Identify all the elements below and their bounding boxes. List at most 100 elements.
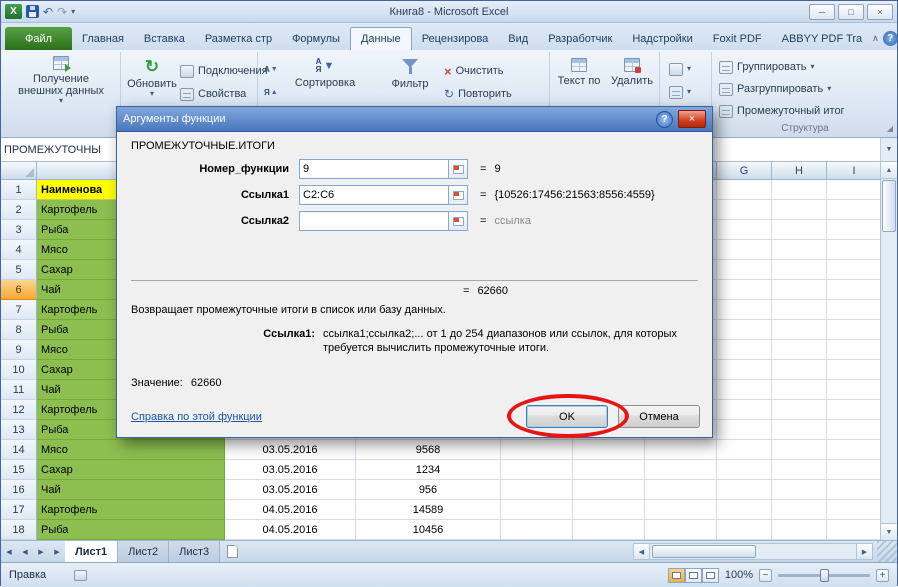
name-box[interactable]: ПРОМЕЖУТОЧНЫ ▾: [1, 138, 133, 161]
cell-value[interactable]: 1234: [356, 460, 501, 480]
reapply-button[interactable]: ↻ Повторить: [444, 85, 512, 103]
cell-empty[interactable]: [772, 300, 827, 320]
cell-empty[interactable]: [827, 520, 882, 540]
cell-empty[interactable]: [645, 480, 717, 500]
cell-empty[interactable]: [772, 280, 827, 300]
help-link[interactable]: Справка по этой функции: [131, 411, 516, 423]
row-header[interactable]: 15: [1, 460, 37, 480]
cell-date[interactable]: 03.05.2016: [225, 460, 356, 480]
row-header[interactable]: 10: [1, 360, 37, 380]
qat-customize-icon[interactable]: ▾: [71, 7, 75, 16]
sheet-tab[interactable]: Лист1: [65, 540, 118, 562]
cell-empty[interactable]: [827, 380, 882, 400]
ribbon-tab[interactable]: Разметка стр: [195, 27, 282, 50]
scroll-up-icon[interactable]: ▲: [881, 162, 897, 179]
column-header[interactable]: G: [717, 162, 772, 180]
row-header[interactable]: 5: [1, 260, 37, 280]
dialog-title-bar[interactable]: Аргументы функции ? ×: [117, 107, 712, 132]
row-header[interactable]: 8: [1, 320, 37, 340]
cell-empty[interactable]: [827, 260, 882, 280]
text-to-columns-button[interactable]: Текст по: [554, 58, 604, 87]
ribbon-tab[interactable]: Рецензирова: [412, 27, 499, 50]
horizontal-scroll-track[interactable]: [650, 543, 856, 560]
ribbon-tab[interactable]: Foxit PDF: [703, 27, 772, 50]
zoom-level[interactable]: 100%: [725, 569, 753, 581]
cell-value[interactable]: 9568: [356, 440, 501, 460]
vertical-scrollbar[interactable]: ▲ ▼: [880, 162, 897, 540]
ribbon-tab[interactable]: Надстройки: [622, 27, 702, 50]
zoom-out-icon[interactable]: −: [759, 569, 772, 582]
ribbon-tab[interactable]: Разработчик: [538, 27, 622, 50]
cell-name[interactable]: Мясо: [37, 440, 225, 460]
cell-empty[interactable]: [772, 380, 827, 400]
maximize-button[interactable]: □: [838, 4, 864, 20]
cell-empty[interactable]: [827, 480, 882, 500]
cell-empty[interactable]: [501, 460, 573, 480]
properties-button[interactable]: Свойства: [180, 85, 246, 103]
ribbon-tab[interactable]: ABBYY PDF Tra: [772, 27, 873, 50]
subtotal-button[interactable]: Промежуточный итог: [719, 102, 845, 120]
cell-empty[interactable]: [717, 500, 772, 520]
close-button[interactable]: ×: [867, 4, 893, 20]
cell-empty[interactable]: [645, 520, 717, 540]
cell-date[interactable]: 03.05.2016: [225, 480, 356, 500]
row-header[interactable]: 1: [1, 180, 37, 200]
cell-empty[interactable]: [772, 220, 827, 240]
cell-empty[interactable]: [827, 240, 882, 260]
cell-value[interactable]: 14589: [356, 500, 501, 520]
save-icon[interactable]: [26, 5, 39, 18]
ribbon-tab[interactable]: Вставка: [134, 27, 195, 50]
collapse-ribbon-icon[interactable]: ∧: [872, 33, 879, 44]
row-header[interactable]: 18: [1, 520, 37, 540]
cell-empty[interactable]: [717, 440, 772, 460]
ribbon-tab[interactable]: Данные: [350, 27, 412, 50]
cell-value[interactable]: 10456: [356, 520, 501, 540]
cell-empty[interactable]: [717, 200, 772, 220]
cell-name[interactable]: Сахар: [37, 460, 225, 480]
insert-worksheet-button[interactable]: [220, 541, 244, 562]
data-validation-button[interactable]: ▾: [669, 60, 691, 78]
zoom-in-icon[interactable]: +: [876, 569, 889, 582]
row-header[interactable]: 17: [1, 500, 37, 520]
row-header[interactable]: 7: [1, 300, 37, 320]
vertical-scroll-thumb[interactable]: [882, 180, 896, 232]
cell-value[interactable]: 956: [356, 480, 501, 500]
cell-empty[interactable]: [772, 340, 827, 360]
cell-empty[interactable]: [573, 480, 645, 500]
group-button[interactable]: Группировать ▾: [719, 58, 815, 76]
ungroup-button[interactable]: Разгруппировать ▾: [719, 80, 831, 98]
first-sheet-button[interactable]: ◀: [1, 541, 17, 562]
sort-desc-button[interactable]: Я▲: [264, 83, 278, 101]
row-header[interactable]: 16: [1, 480, 37, 500]
cell-empty[interactable]: [772, 500, 827, 520]
ok-button[interactable]: OK: [526, 405, 608, 428]
sheet-tab[interactable]: Лист2: [118, 541, 169, 562]
cell-empty[interactable]: [501, 500, 573, 520]
row-header[interactable]: 13: [1, 420, 37, 440]
cell-empty[interactable]: [827, 280, 882, 300]
cell-empty[interactable]: [772, 480, 827, 500]
remove-duplicates-button[interactable]: Удалить: [608, 58, 656, 87]
cell-empty[interactable]: [501, 480, 573, 500]
cell-empty[interactable]: [717, 360, 772, 380]
row-header[interactable]: 2: [1, 200, 37, 220]
consolidate-button[interactable]: ▾: [669, 83, 691, 101]
column-header[interactable]: I: [827, 162, 882, 180]
cell-empty[interactable]: [717, 480, 772, 500]
cell-empty[interactable]: [645, 460, 717, 480]
cell-empty[interactable]: [827, 340, 882, 360]
normal-view-icon[interactable]: [668, 568, 685, 583]
refresh-all-button[interactable]: ↻ Обновить ▾: [126, 58, 178, 98]
sort-button[interactable]: АЯ ▼ Сортировка: [290, 58, 360, 89]
range-select-button[interactable]: [449, 211, 468, 231]
sheet-tab[interactable]: Лист3: [169, 541, 220, 562]
row-header[interactable]: 11: [1, 380, 37, 400]
cell-empty[interactable]: [645, 500, 717, 520]
page-break-view-icon[interactable]: [702, 568, 719, 583]
minimize-button[interactable]: ─: [809, 4, 835, 20]
cell-empty[interactable]: [573, 500, 645, 520]
row-header[interactable]: 12: [1, 400, 37, 420]
cell-empty[interactable]: [827, 420, 882, 440]
clear-filter-button[interactable]: × Очистить: [444, 62, 503, 80]
cell-empty[interactable]: [717, 520, 772, 540]
